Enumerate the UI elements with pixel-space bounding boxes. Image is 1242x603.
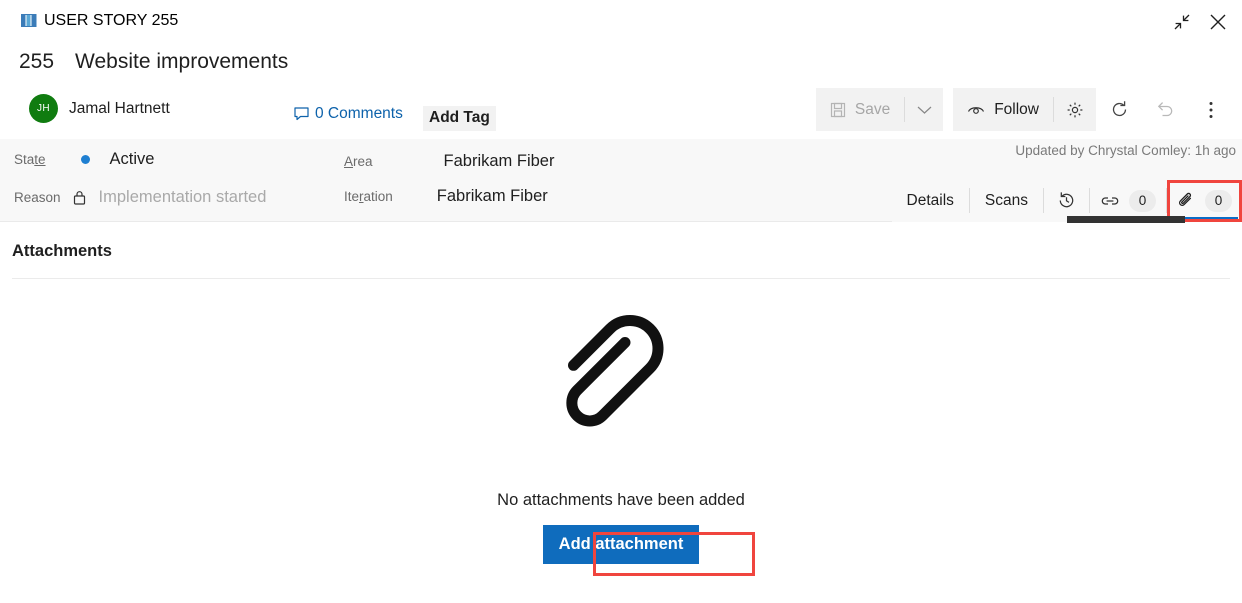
field-area-value: Fabrikam Fiber bbox=[443, 152, 555, 170]
link-chain-icon bbox=[1101, 196, 1119, 205]
field-area[interactable]: Area Fabrikam Fiber bbox=[344, 152, 554, 171]
save-button[interactable]: Save bbox=[816, 88, 904, 131]
work-item-header: USER STORY 255 255 Website improvements … bbox=[0, 0, 1242, 139]
save-disk-icon bbox=[830, 102, 845, 117]
field-state-value: Active bbox=[109, 150, 155, 168]
restore-button[interactable] bbox=[1164, 6, 1200, 38]
field-reason-label: Reason bbox=[14, 190, 61, 205]
field-iteration[interactable]: Iteration Fabrikam Fiber bbox=[344, 187, 548, 206]
empty-state: No attachments have been added Add attac… bbox=[0, 313, 1242, 564]
more-actions-button[interactable] bbox=[1188, 88, 1234, 131]
work-item-title[interactable]: Website improvements bbox=[75, 50, 288, 74]
comment-bubble-icon bbox=[294, 107, 309, 121]
avatar: JH bbox=[29, 94, 58, 123]
add-attachment-button[interactable]: Add attachment bbox=[542, 525, 700, 564]
work-item-id: 255 bbox=[19, 50, 55, 73]
follow-button[interactable]: Follow bbox=[953, 88, 1053, 131]
work-item-dialog: USER STORY 255 255 Website improvements … bbox=[0, 0, 1242, 603]
section-divider bbox=[12, 278, 1230, 279]
save-label: Save bbox=[854, 100, 891, 118]
add-tag-button[interactable]: Add Tag bbox=[423, 106, 496, 131]
links-count-badge: 0 bbox=[1129, 189, 1156, 212]
updated-by-label: Updated by Chrystal Comley: 1h ago bbox=[1015, 143, 1236, 158]
refresh-icon bbox=[1112, 101, 1126, 117]
gear-icon bbox=[1067, 102, 1083, 117]
follow-label: Follow bbox=[994, 100, 1039, 118]
comments-link[interactable]: 0 Comments bbox=[294, 105, 403, 123]
field-area-label: Area bbox=[344, 154, 373, 169]
tab-details-label: Details bbox=[906, 191, 954, 209]
field-reason: Reason Implementation started bbox=[14, 188, 266, 207]
window-controls bbox=[1164, 6, 1236, 38]
book-icon bbox=[21, 14, 37, 27]
close-icon bbox=[1210, 14, 1226, 30]
field-reason-value: Implementation started bbox=[98, 188, 267, 206]
save-dropdown-button[interactable] bbox=[905, 88, 943, 131]
attachments-count-badge: 0 bbox=[1205, 189, 1232, 212]
paperclip-icon bbox=[1179, 192, 1192, 206]
work-item-type-breadcrumb[interactable]: USER STORY 255 bbox=[21, 12, 178, 30]
field-state-label: State bbox=[14, 152, 46, 167]
chevron-down-icon bbox=[917, 106, 932, 114]
work-item-title-row: 255 Website improvements bbox=[19, 50, 288, 74]
attachments-panel: Attachments No attachments have been add… bbox=[0, 223, 1242, 603]
tab-scans-label: Scans bbox=[984, 191, 1028, 209]
field-iteration-label: Iteration bbox=[344, 189, 393, 204]
page-title: Attachments bbox=[12, 242, 112, 260]
empty-state-message: No attachments have been added bbox=[497, 491, 745, 509]
refresh-button[interactable] bbox=[1096, 88, 1142, 131]
tab-scans[interactable]: Scans bbox=[970, 179, 1043, 222]
paperclip-large-icon bbox=[566, 314, 664, 427]
eye-icon bbox=[968, 106, 985, 114]
assigned-to[interactable]: JH Jamal Hartnett bbox=[29, 94, 170, 123]
work-item-toolbar: Save Follow bbox=[815, 88, 1234, 131]
collapse-arrows-icon bbox=[1174, 14, 1190, 30]
close-button[interactable] bbox=[1200, 6, 1236, 38]
follow-group: Follow bbox=[953, 88, 1096, 131]
save-group: Save bbox=[815, 88, 944, 131]
settings-button[interactable] bbox=[1054, 88, 1096, 131]
field-state[interactable]: State Active bbox=[14, 150, 154, 169]
assignee-name: Jamal Hartnett bbox=[69, 99, 170, 117]
undo-button[interactable] bbox=[1142, 88, 1188, 131]
more-vertical-icon bbox=[1209, 101, 1213, 118]
lock-icon bbox=[73, 191, 85, 205]
state-color-dot bbox=[80, 155, 90, 164]
add-tag-label: Add Tag bbox=[429, 109, 490, 126]
comments-count-label: 0 Comments bbox=[315, 105, 403, 122]
tab-details[interactable]: Details bbox=[892, 179, 969, 222]
work-item-type-label: USER STORY 255 bbox=[44, 12, 179, 29]
field-iteration-value: Fabrikam Fiber bbox=[436, 187, 548, 205]
history-clock-icon bbox=[1059, 192, 1074, 208]
undo-icon bbox=[1157, 102, 1172, 117]
